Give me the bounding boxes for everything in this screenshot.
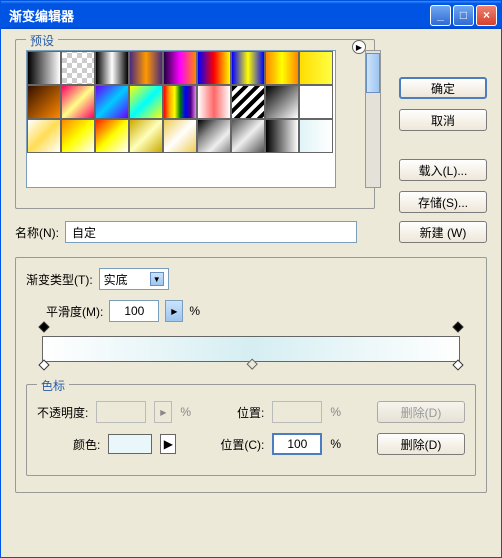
color-stop-row: 颜色: ▶ 位置(C): 100 % 删除(D): [37, 433, 465, 455]
opacity-stop[interactable]: [39, 323, 49, 337]
opacity-stop[interactable]: [453, 323, 463, 337]
minimize-button[interactable]: _: [430, 5, 451, 26]
preset-swatch[interactable]: [231, 85, 265, 119]
opacity-pos-label: 位置:: [237, 404, 264, 421]
gradient-fieldset: 渐变类型(T): 实底 ▼ 平滑度(M): 100 ▶ %: [15, 257, 487, 493]
titlebar[interactable]: 渐变编辑器 _ □ ×: [1, 1, 501, 29]
gradient-editor-window: 渐变编辑器 _ □ × 预设 ▶: [0, 0, 502, 558]
color-picker-arrow-icon[interactable]: ▶: [160, 434, 176, 454]
preset-swatch[interactable]: [95, 51, 129, 85]
save-button[interactable]: 存储(S)...: [399, 191, 487, 213]
presets-scrollbar[interactable]: [365, 50, 381, 188]
opacity-pos-input: [272, 401, 322, 423]
load-button[interactable]: 载入(L)...: [399, 159, 487, 181]
preset-swatch[interactable]: [299, 85, 333, 119]
maximize-button[interactable]: □: [453, 5, 474, 26]
presets-fieldset: 预设 ▶: [15, 39, 375, 209]
preset-swatch[interactable]: [265, 85, 299, 119]
preset-swatch[interactable]: [163, 51, 197, 85]
preset-swatch[interactable]: [61, 85, 95, 119]
preset-swatch[interactable]: [61, 51, 95, 85]
name-input[interactable]: [65, 221, 357, 243]
close-button[interactable]: ×: [476, 5, 497, 26]
opacity-input: [96, 401, 146, 423]
opacity-label: 不透明度:: [37, 404, 88, 421]
stops-legend: 色标: [37, 377, 69, 394]
color-stop[interactable]: [39, 361, 49, 375]
stops-fieldset: 色标 不透明度: ▶ % 位置: % 删除(D) 颜色:: [26, 384, 476, 476]
smoothness-unit: %: [189, 304, 200, 318]
preset-swatch[interactable]: [197, 119, 231, 153]
chevron-down-icon: ▼: [150, 272, 164, 286]
gradient-type-value: 实底: [104, 271, 128, 288]
color-pos-label: 位置(C):: [220, 436, 264, 453]
opacity-stop-row: 不透明度: ▶ % 位置: % 删除(D): [37, 401, 465, 423]
color-pos-input[interactable]: 100: [272, 433, 322, 455]
opacity-pos-unit: %: [330, 405, 341, 419]
color-stop[interactable]: [453, 361, 463, 375]
preset-swatch[interactable]: [61, 119, 95, 153]
gradient-type-label: 渐变类型(T):: [26, 271, 93, 288]
preset-swatch[interactable]: [27, 85, 61, 119]
presets-area: ▶: [26, 50, 364, 188]
presets-menu-icon[interactable]: ▶: [352, 40, 366, 54]
opacity-unit: %: [180, 405, 191, 419]
preset-swatch[interactable]: [163, 119, 197, 153]
name-row: 名称(N): 新建 (W): [15, 221, 487, 243]
titlebar-buttons: _ □ ×: [430, 5, 497, 26]
preset-swatch[interactable]: [265, 51, 299, 85]
preset-swatch[interactable]: [129, 85, 163, 119]
cancel-button[interactable]: 取消: [399, 109, 487, 131]
preset-swatch[interactable]: [231, 119, 265, 153]
preset-swatch[interactable]: [265, 119, 299, 153]
smoothness-popup-icon[interactable]: ▶: [165, 300, 183, 322]
preset-swatch[interactable]: [163, 85, 197, 119]
smoothness-label: 平滑度(M):: [46, 303, 103, 320]
preset-swatch[interactable]: [197, 85, 231, 119]
preset-swatch[interactable]: [27, 51, 61, 85]
preset-swatch[interactable]: [129, 51, 163, 85]
color-swatch[interactable]: [108, 434, 152, 454]
preset-swatch[interactable]: [95, 85, 129, 119]
preset-swatch[interactable]: [299, 119, 333, 153]
opacity-popup-icon: ▶: [154, 401, 172, 423]
preset-swatch[interactable]: [95, 119, 129, 153]
gradient-type-row: 渐变类型(T): 实底 ▼: [26, 268, 476, 290]
preset-swatch[interactable]: [197, 51, 231, 85]
preset-swatch[interactable]: [27, 119, 61, 153]
preset-swatch[interactable]: [231, 51, 265, 85]
ok-button[interactable]: 确定: [399, 77, 487, 99]
smoothness-input[interactable]: 100: [109, 300, 159, 322]
titlebar-title: 渐变编辑器: [9, 6, 430, 25]
scrollbar-thumb[interactable]: [366, 53, 380, 93]
gradient-preview-bar[interactable]: [42, 336, 460, 362]
color-pos-unit: %: [330, 437, 341, 451]
preset-swatch[interactable]: [129, 119, 163, 153]
color-label: 颜色:: [73, 436, 100, 453]
delete-color-button[interactable]: 删除(D): [377, 433, 465, 455]
dialog-buttons: 确定 取消 载入(L)... 存储(S)...: [399, 77, 487, 213]
presets-grid: [26, 50, 336, 188]
new-button[interactable]: 新建 (W): [399, 221, 487, 243]
presets-legend: 预设: [26, 32, 58, 49]
preset-swatch[interactable]: [299, 51, 333, 85]
delete-opacity-button: 删除(D): [377, 401, 465, 423]
smoothness-row: 平滑度(M): 100 ▶ %: [26, 300, 476, 322]
name-label: 名称(N):: [15, 224, 59, 241]
gradient-type-select[interactable]: 实底 ▼: [99, 268, 169, 290]
